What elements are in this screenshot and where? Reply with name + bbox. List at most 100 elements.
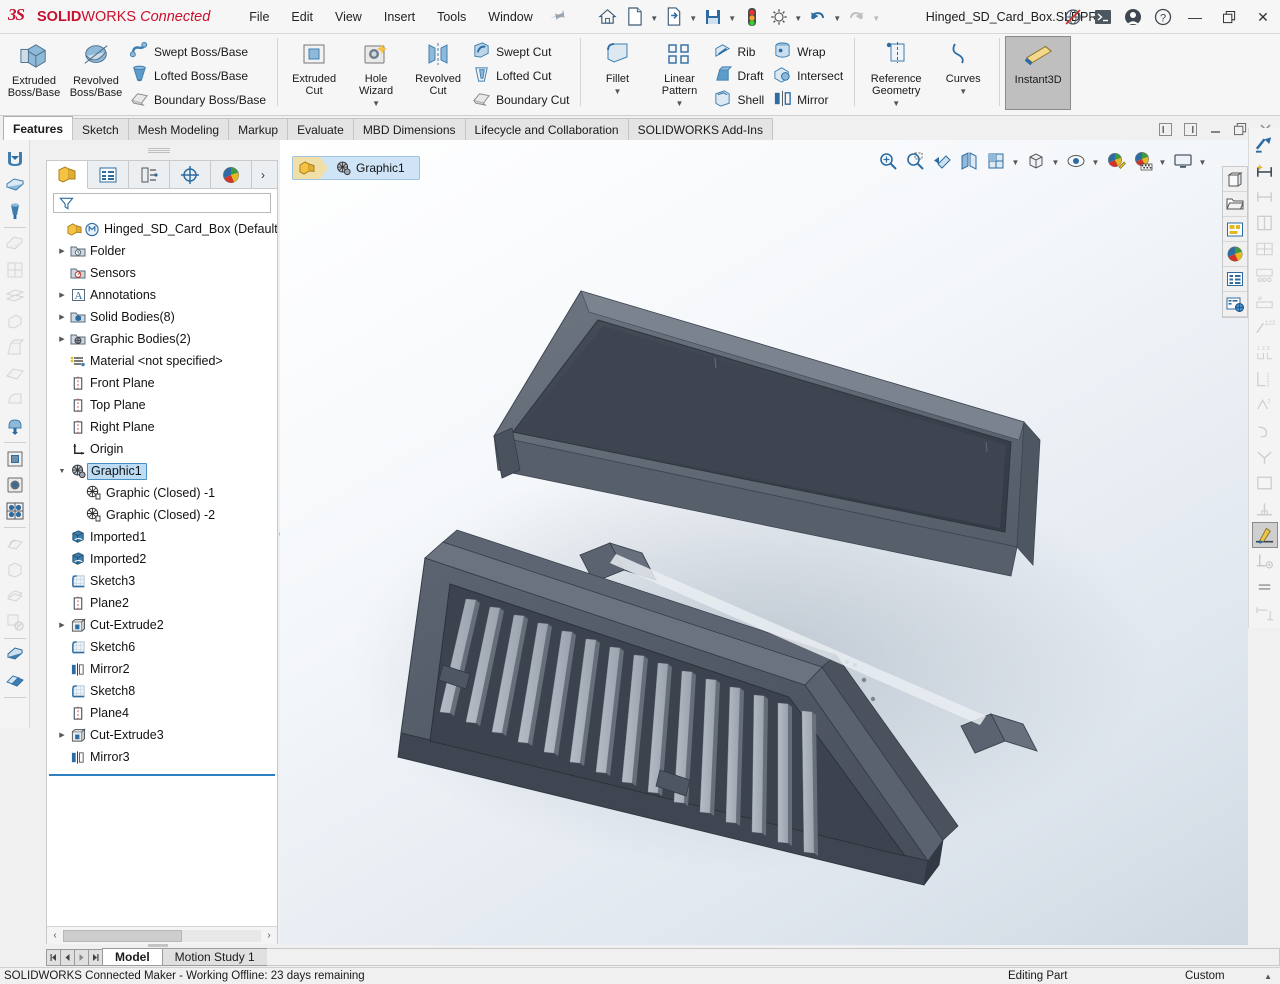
configuration-manager-tab[interactable] xyxy=(129,161,170,189)
command-prompt-icon[interactable] xyxy=(1088,0,1118,34)
tree-filter-input[interactable] xyxy=(77,195,270,211)
extruded-boss-base-button[interactable]: Extruded Boss/Base xyxy=(3,36,65,102)
tree-node-graphic-closed-1[interactable]: Graphic (Closed) -1 xyxy=(47,482,277,504)
tree-node-folder[interactable]: ▶ Folder xyxy=(47,240,277,262)
display-pane-icon[interactable] xyxy=(1223,167,1247,192)
boundary-tool-icon[interactable] xyxy=(2,361,28,387)
status-units[interactable]: Custom xyxy=(1185,970,1225,982)
lofted-cut-button[interactable]: Lofted Cut xyxy=(469,64,575,88)
new-document-caret-icon[interactable]: ▼ xyxy=(649,4,660,30)
lofted-boss-tool-icon[interactable] xyxy=(2,283,28,309)
tab-mbd-dimensions[interactable]: MBD Dimensions xyxy=(352,118,466,140)
fillet-button[interactable]: Fillet ▼ xyxy=(586,36,648,102)
extruded-boss-tool-icon[interactable] xyxy=(2,198,28,224)
minimize-button[interactable]: — xyxy=(1178,0,1212,34)
location-dimension-icon[interactable] xyxy=(1252,210,1278,236)
curves-caret-icon[interactable]: ▼ xyxy=(959,87,967,96)
help-icon[interactable]: ? xyxy=(1148,0,1178,34)
dimension-spacing-icon[interactable] xyxy=(1252,600,1278,626)
minimize-document-button[interactable] xyxy=(1204,119,1226,139)
tree-node-sketch6[interactable]: Sketch6 xyxy=(47,636,277,658)
swept-boss-tool-icon[interactable] xyxy=(2,231,28,257)
rollback-bar[interactable] xyxy=(49,774,275,776)
display-manager-tab[interactable] xyxy=(211,161,252,189)
tab-markup[interactable]: Markup xyxy=(228,118,289,140)
rib-tool-icon[interactable] xyxy=(2,309,28,335)
general-profile-tolerance-icon[interactable]: 2 xyxy=(1252,392,1278,418)
tree-twisty[interactable]: ▶ xyxy=(55,291,69,299)
tree-node-material[interactable]: Material <not specified> xyxy=(47,350,277,372)
new-document-icon[interactable] xyxy=(622,4,648,30)
surface-finish-icon[interactable] xyxy=(1252,418,1278,444)
linear-pattern-button[interactable]: Linear Pattern ▼ xyxy=(648,36,710,108)
tree-node-cut-extrude3[interactable]: ▶ Cut-Extrude3 xyxy=(47,724,277,746)
linear-pattern-tool-icon[interactable] xyxy=(2,498,28,524)
lofted-boss-base-button[interactable]: Lofted Boss/Base xyxy=(127,64,272,88)
tree-node-plane2[interactable]: Plane2 xyxy=(47,592,277,614)
tree-horizontal-scrollbar[interactable]: ‹ › xyxy=(47,926,277,944)
rib-button[interactable]: Rib xyxy=(710,40,770,64)
previous-document-button[interactable] xyxy=(1154,119,1176,139)
swept-cut-button[interactable]: Swept Cut xyxy=(469,40,575,64)
user-account-icon[interactable] xyxy=(1118,0,1148,34)
undo-icon[interactable] xyxy=(805,4,831,30)
tree-twisty[interactable]: ▶ xyxy=(55,621,69,629)
hole-wizard-button[interactable]: Hole Wizard ▼ xyxy=(345,36,407,108)
smart-dimension-icon[interactable] xyxy=(1252,132,1278,158)
pushpin-icon[interactable] xyxy=(546,4,569,28)
tree-node-plane4[interactable]: Plane4 xyxy=(47,702,277,724)
swept-boss-base-button[interactable]: Swept Boss/Base xyxy=(127,40,272,64)
pattern-feature-icon[interactable]: ⌀ xyxy=(1252,288,1278,314)
extruded-cut-tool-icon[interactable] xyxy=(2,446,28,472)
menu-file[interactable]: File xyxy=(238,6,280,28)
tree-twisty[interactable]: ▶ xyxy=(55,335,69,343)
revolved-boss-base-button[interactable]: Revolved Boss/Base xyxy=(65,36,127,102)
tree-node-cut-extrude2[interactable]: ▶ Cut-Extrude2 xyxy=(47,614,277,636)
revolved-cut-button[interactable]: Revolved Cut xyxy=(407,36,469,102)
next-document-button[interactable] xyxy=(1179,119,1201,139)
boundary-cut-button[interactable]: Boundary Cut xyxy=(469,88,575,112)
weld-symbol-icon[interactable] xyxy=(1252,444,1278,470)
close-button[interactable]: ✕ xyxy=(1246,0,1280,34)
reference-geometry-button[interactable]: Reference Geometry ▼ xyxy=(860,36,932,108)
tree-node-imported1[interactable]: Imported1 xyxy=(47,526,277,548)
dome-tool-icon[interactable] xyxy=(2,387,28,413)
tree-node-imported2[interactable]: Imported2 xyxy=(47,548,277,570)
status-expand-caret-icon[interactable]: ▲ xyxy=(1264,972,1272,981)
graphics-viewport[interactable]: Graphic1 ▼ ▼ ▼ ▼ ▼ xyxy=(280,140,1248,945)
tree-node-mirror2[interactable]: Mirror2 xyxy=(47,658,277,680)
boundary-boss-base-button[interactable]: Boundary Boss/Base xyxy=(127,88,272,112)
restore-button[interactable] xyxy=(1212,0,1246,34)
tab-solidworks-addins[interactable]: SOLIDWORKS Add-Ins xyxy=(627,118,773,140)
tab-sketch[interactable]: Sketch xyxy=(72,118,129,140)
tree-node-sketch3[interactable]: Sketch3 xyxy=(47,570,277,592)
3dexperience-icon[interactable] xyxy=(1223,292,1247,317)
open-document-icon[interactable] xyxy=(661,4,687,30)
scroll-thumb[interactable] xyxy=(63,929,182,942)
tree-node-annotations[interactable]: ▶ A Annotations xyxy=(47,284,277,306)
tree-node-mirror3[interactable]: Mirror3 xyxy=(47,746,277,768)
panel-grip[interactable] xyxy=(148,148,170,153)
scroll-track[interactable] xyxy=(63,929,261,942)
menu-insert[interactable]: Insert xyxy=(373,6,426,28)
tree-node-sketch8[interactable]: Sketch8 xyxy=(47,680,277,702)
draft-button[interactable]: Draft xyxy=(710,64,770,88)
linear-pattern-caret-icon[interactable]: ▼ xyxy=(676,99,684,108)
model-hinged-sd-card-box[interactable] xyxy=(280,140,1248,945)
save-icon[interactable] xyxy=(700,4,726,30)
custom-properties-icon[interactable] xyxy=(1223,267,1247,292)
geometric-tolerance-icon[interactable] xyxy=(1252,262,1278,288)
menu-tools[interactable]: Tools xyxy=(426,6,477,28)
appearances-scenes-icon[interactable] xyxy=(1223,242,1247,267)
3d-sketch-tool-icon[interactable] xyxy=(2,172,28,198)
indent-tool-icon[interactable] xyxy=(2,583,28,609)
mirror-button[interactable]: Mirror xyxy=(770,88,849,112)
block-icon[interactable] xyxy=(1252,470,1278,496)
tree-filter-box[interactable] xyxy=(53,193,271,213)
instant3d-active-icon[interactable] xyxy=(1251,522,1278,548)
fillet-caret-icon[interactable]: ▼ xyxy=(614,87,622,96)
tree-node-graphic-bodies[interactable]: ▶ Graphic Bodies(2) xyxy=(47,328,277,350)
wrap-button[interactable]: Wrap xyxy=(770,40,849,64)
tree-twisty[interactable]: ▶ xyxy=(55,313,69,321)
size-dimension-icon[interactable] xyxy=(1252,184,1278,210)
